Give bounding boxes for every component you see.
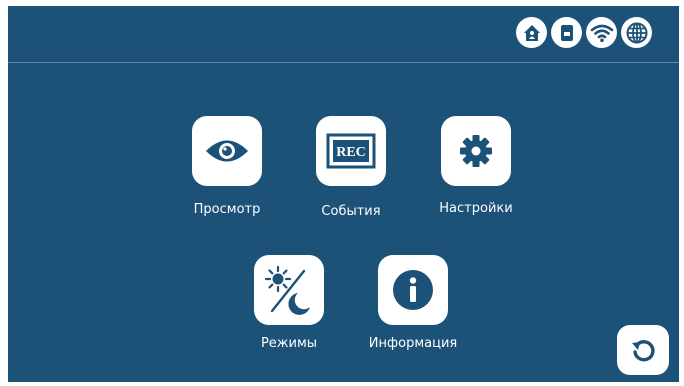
view-label: Просмотр xyxy=(193,202,261,217)
home-icon xyxy=(523,24,540,41)
gear-icon xyxy=(460,135,492,167)
view-button[interactable] xyxy=(192,116,262,186)
modes-button[interactable] xyxy=(254,255,324,325)
main-menu-screen: Просмотр REC События Настройки Режимы Ин… xyxy=(8,6,679,382)
rec-icon-text: REC xyxy=(336,145,366,160)
events-label: События xyxy=(321,204,381,219)
rec-icon: REC xyxy=(326,133,376,169)
sd-card-status-indicator xyxy=(551,17,582,48)
header-divider xyxy=(8,62,679,63)
info-label: Информация xyxy=(368,336,458,351)
sun-moon-icon xyxy=(264,265,310,315)
wifi-status-indicator xyxy=(586,17,617,48)
events-button[interactable]: REC xyxy=(316,116,386,186)
status-bar xyxy=(516,17,652,48)
network-status-indicator xyxy=(621,17,652,48)
back-button[interactable] xyxy=(617,325,669,375)
info-icon xyxy=(393,270,433,310)
globe-icon xyxy=(626,22,647,43)
wifi-icon xyxy=(590,24,613,42)
eye-icon xyxy=(206,140,248,162)
sd-card-icon xyxy=(560,24,573,41)
modes-label: Режимы xyxy=(260,336,318,351)
settings-label: Настройки xyxy=(439,201,513,216)
info-button[interactable] xyxy=(378,255,448,325)
home-status-indicator xyxy=(516,17,547,48)
back-arrow-icon xyxy=(632,340,655,362)
settings-button[interactable] xyxy=(441,116,511,186)
